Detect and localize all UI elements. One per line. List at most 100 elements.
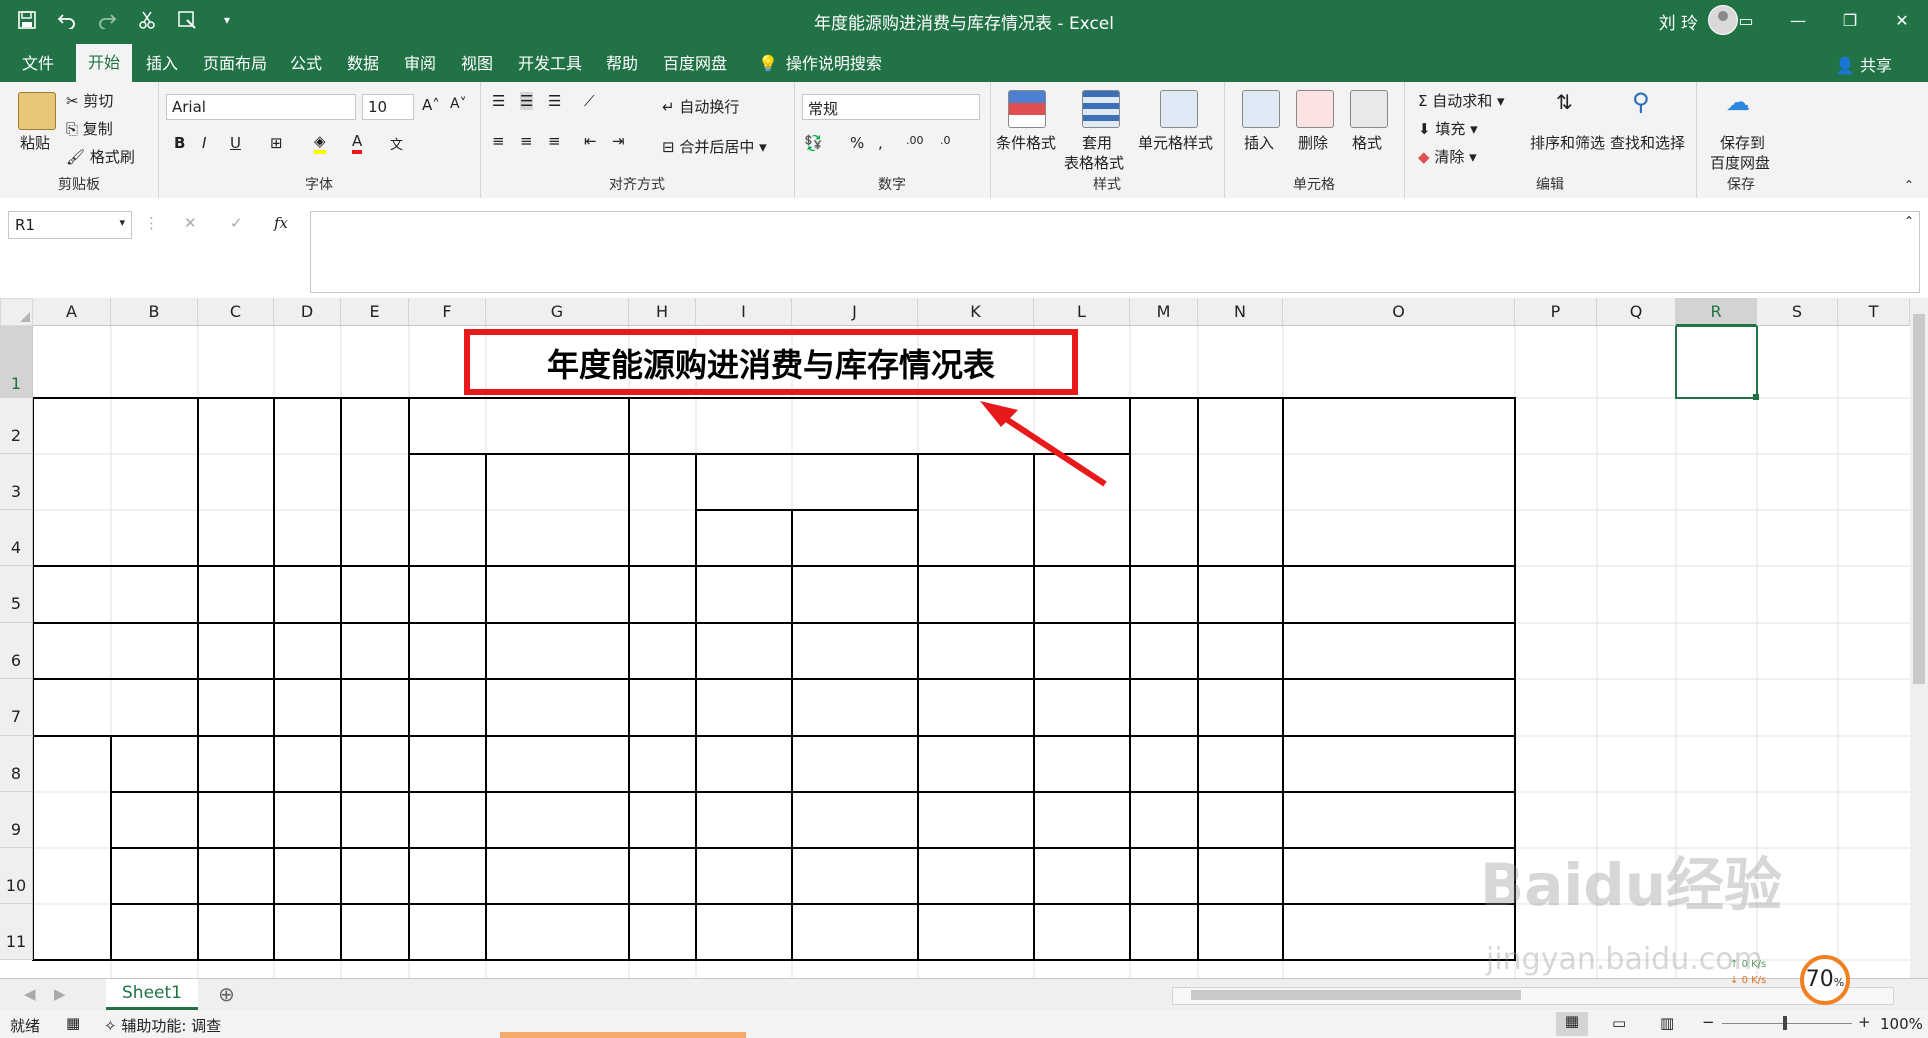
format-cells-button[interactable]: 格式 — [1352, 132, 1382, 153]
cell-styles-button[interactable]: 单元格样式 — [1138, 132, 1213, 153]
zoom-slider[interactable] — [1722, 1023, 1852, 1024]
col-header-p[interactable]: P — [1515, 298, 1597, 326]
share-button[interactable]: 👤 共享 — [1835, 52, 1892, 76]
minimize-icon[interactable]: — — [1772, 0, 1824, 40]
accessibility-status[interactable]: ✧ 辅助功能: 调查 — [104, 1015, 221, 1036]
row-header-2[interactable]: 2 — [0, 398, 33, 454]
accounting-format-icon[interactable]: 💱 — [804, 134, 823, 152]
save-to-netdisk-line2[interactable]: 百度网盘 — [1710, 152, 1770, 173]
formula-input[interactable] — [310, 211, 1920, 293]
col-header-c[interactable]: C — [198, 298, 274, 326]
format-as-table-line1[interactable]: 套用 — [1082, 132, 1112, 153]
row-header-6[interactable]: 6 — [0, 623, 33, 679]
conditional-format-icon[interactable] — [1008, 90, 1046, 128]
ribbon-display-options-icon[interactable]: ▭ — [1720, 0, 1772, 40]
decrease-decimal-icon[interactable]: .0 — [940, 134, 951, 147]
sort-filter-icon[interactable]: ⇅ — [1556, 90, 1573, 114]
col-header-k[interactable]: K — [918, 298, 1034, 326]
tab-home[interactable]: 开始 — [76, 44, 133, 84]
macro-record-icon[interactable]: ▦ — [66, 1014, 80, 1032]
row-header-8[interactable]: 8 — [0, 736, 33, 792]
col-header-s[interactable]: S — [1757, 298, 1838, 326]
name-box-dropdown-icon[interactable]: ▾ — [119, 216, 125, 229]
align-bottom-icon[interactable]: ☰ — [548, 92, 561, 110]
font-size-combo[interactable]: 10 — [362, 94, 414, 120]
baidu-cloud-icon[interactable]: ☁ — [1726, 88, 1750, 116]
increase-indent-icon[interactable]: ⇥ — [612, 132, 625, 150]
tab-developer[interactable]: 开发工具 — [518, 50, 582, 74]
memory-usage-gauge[interactable]: 70% — [1800, 955, 1850, 1005]
autosum-button[interactable]: Σ 自动求和 ▾ — [1418, 90, 1505, 111]
merge-center-button[interactable]: ⊟ 合并后居中 ▾ — [662, 136, 767, 157]
row-header-4[interactable]: 4 — [0, 510, 33, 566]
decrease-font-icon[interactable]: A˅ — [450, 96, 467, 112]
col-header-o[interactable]: O — [1283, 298, 1515, 326]
col-header-t[interactable]: T — [1838, 298, 1910, 326]
zoom-out-icon[interactable]: − — [1702, 1013, 1715, 1031]
col-header-e[interactable]: E — [341, 298, 409, 326]
copy-button[interactable]: ⎘ 复制 — [66, 118, 113, 139]
row-header-1[interactable]: 1 — [0, 326, 33, 398]
confirm-entry-icon[interactable]: ✓ — [230, 214, 243, 232]
row-header-3[interactable]: 3 — [0, 454, 33, 510]
restore-icon[interactable]: ❐ — [1824, 0, 1876, 40]
prev-sheet-icon[interactable]: ◀ — [24, 985, 36, 1003]
paste-icon[interactable] — [18, 92, 56, 130]
format-as-table-icon[interactable] — [1082, 90, 1120, 128]
font-color-icon[interactable]: A — [352, 132, 363, 154]
insert-cells-button[interactable]: 插入 — [1244, 132, 1274, 153]
zoom-slider-thumb[interactable] — [1783, 1016, 1787, 1030]
sheet-title-cell[interactable]: 年度能源购进消费与库存情况表 — [470, 340, 1072, 386]
clear-button[interactable]: ◆ 清除 ▾ — [1418, 146, 1477, 167]
vertical-scrollbar[interactable] — [1910, 298, 1928, 978]
percent-icon[interactable]: % — [850, 134, 864, 152]
bold-icon[interactable]: B — [174, 134, 185, 152]
delete-cells-button[interactable]: 删除 — [1298, 132, 1328, 153]
comma-style-icon[interactable]: , — [878, 134, 883, 152]
align-middle-icon[interactable]: ☰ — [520, 92, 534, 110]
next-sheet-icon[interactable]: ▶ — [54, 985, 66, 1003]
col-header-h[interactable]: H — [629, 298, 696, 326]
expand-formula-bar-icon[interactable]: ⌃ — [1904, 214, 1914, 228]
font-name-combo[interactable]: Arial — [166, 94, 356, 120]
phonetic-icon[interactable]: 文 — [390, 134, 403, 153]
align-right-icon[interactable]: ≡ — [548, 132, 561, 150]
col-header-a[interactable]: A — [33, 298, 111, 326]
col-header-n[interactable]: N — [1198, 298, 1283, 326]
col-header-q[interactable]: Q — [1597, 298, 1676, 326]
horizontal-scroll-thumb[interactable] — [1191, 990, 1521, 1000]
tab-help[interactable]: 帮助 — [606, 50, 638, 74]
row-header-5[interactable]: 5 — [0, 566, 33, 623]
increase-font-icon[interactable]: A˄ — [422, 96, 440, 114]
tab-formulas[interactable]: 公式 — [290, 50, 322, 74]
user-name[interactable]: 刘 玲 — [1659, 9, 1698, 34]
align-left-icon[interactable]: ≡ — [492, 132, 505, 150]
tab-review[interactable]: 审阅 — [404, 50, 436, 74]
row-header-7[interactable]: 7 — [0, 679, 33, 736]
tab-baidu-netdisk[interactable]: 百度网盘 — [663, 50, 727, 74]
paste-button[interactable]: 粘贴 — [20, 132, 50, 153]
collapse-ribbon-icon[interactable]: ⌃ — [1904, 178, 1914, 192]
col-header-j[interactable]: J — [792, 298, 918, 326]
page-break-view-icon[interactable]: ▥ — [1660, 1014, 1674, 1032]
format-cells-icon[interactable] — [1350, 90, 1388, 128]
orientation-icon[interactable]: ⟋ — [584, 92, 595, 110]
cell-styles-icon[interactable] — [1160, 90, 1198, 128]
add-sheet-icon[interactable]: ⊕ — [218, 982, 235, 1006]
borders-icon[interactable]: ⊞ — [270, 134, 283, 152]
cancel-entry-icon[interactable]: ✕ — [184, 214, 197, 232]
active-cell-r1[interactable] — [1675, 325, 1758, 399]
col-header-i[interactable]: I — [696, 298, 792, 326]
increase-decimal-icon[interactable]: .00 — [906, 134, 924, 147]
row-header-11[interactable]: 11 — [0, 904, 33, 960]
italic-icon[interactable]: I — [202, 134, 206, 152]
close-icon[interactable]: ✕ — [1876, 0, 1928, 40]
format-as-table-line2[interactable]: 表格格式 — [1064, 152, 1124, 173]
normal-view-icon[interactable]: ▦ — [1556, 1012, 1588, 1036]
fill-button[interactable]: ⬇ 填充 ▾ — [1418, 118, 1478, 139]
tab-view[interactable]: 视图 — [461, 50, 493, 74]
cut-button[interactable]: ✂ 剪切 — [66, 90, 113, 111]
vertical-scroll-thumb[interactable] — [1913, 314, 1925, 684]
zoom-level[interactable]: 100% — [1880, 1015, 1923, 1033]
fill-handle[interactable] — [1753, 394, 1759, 400]
